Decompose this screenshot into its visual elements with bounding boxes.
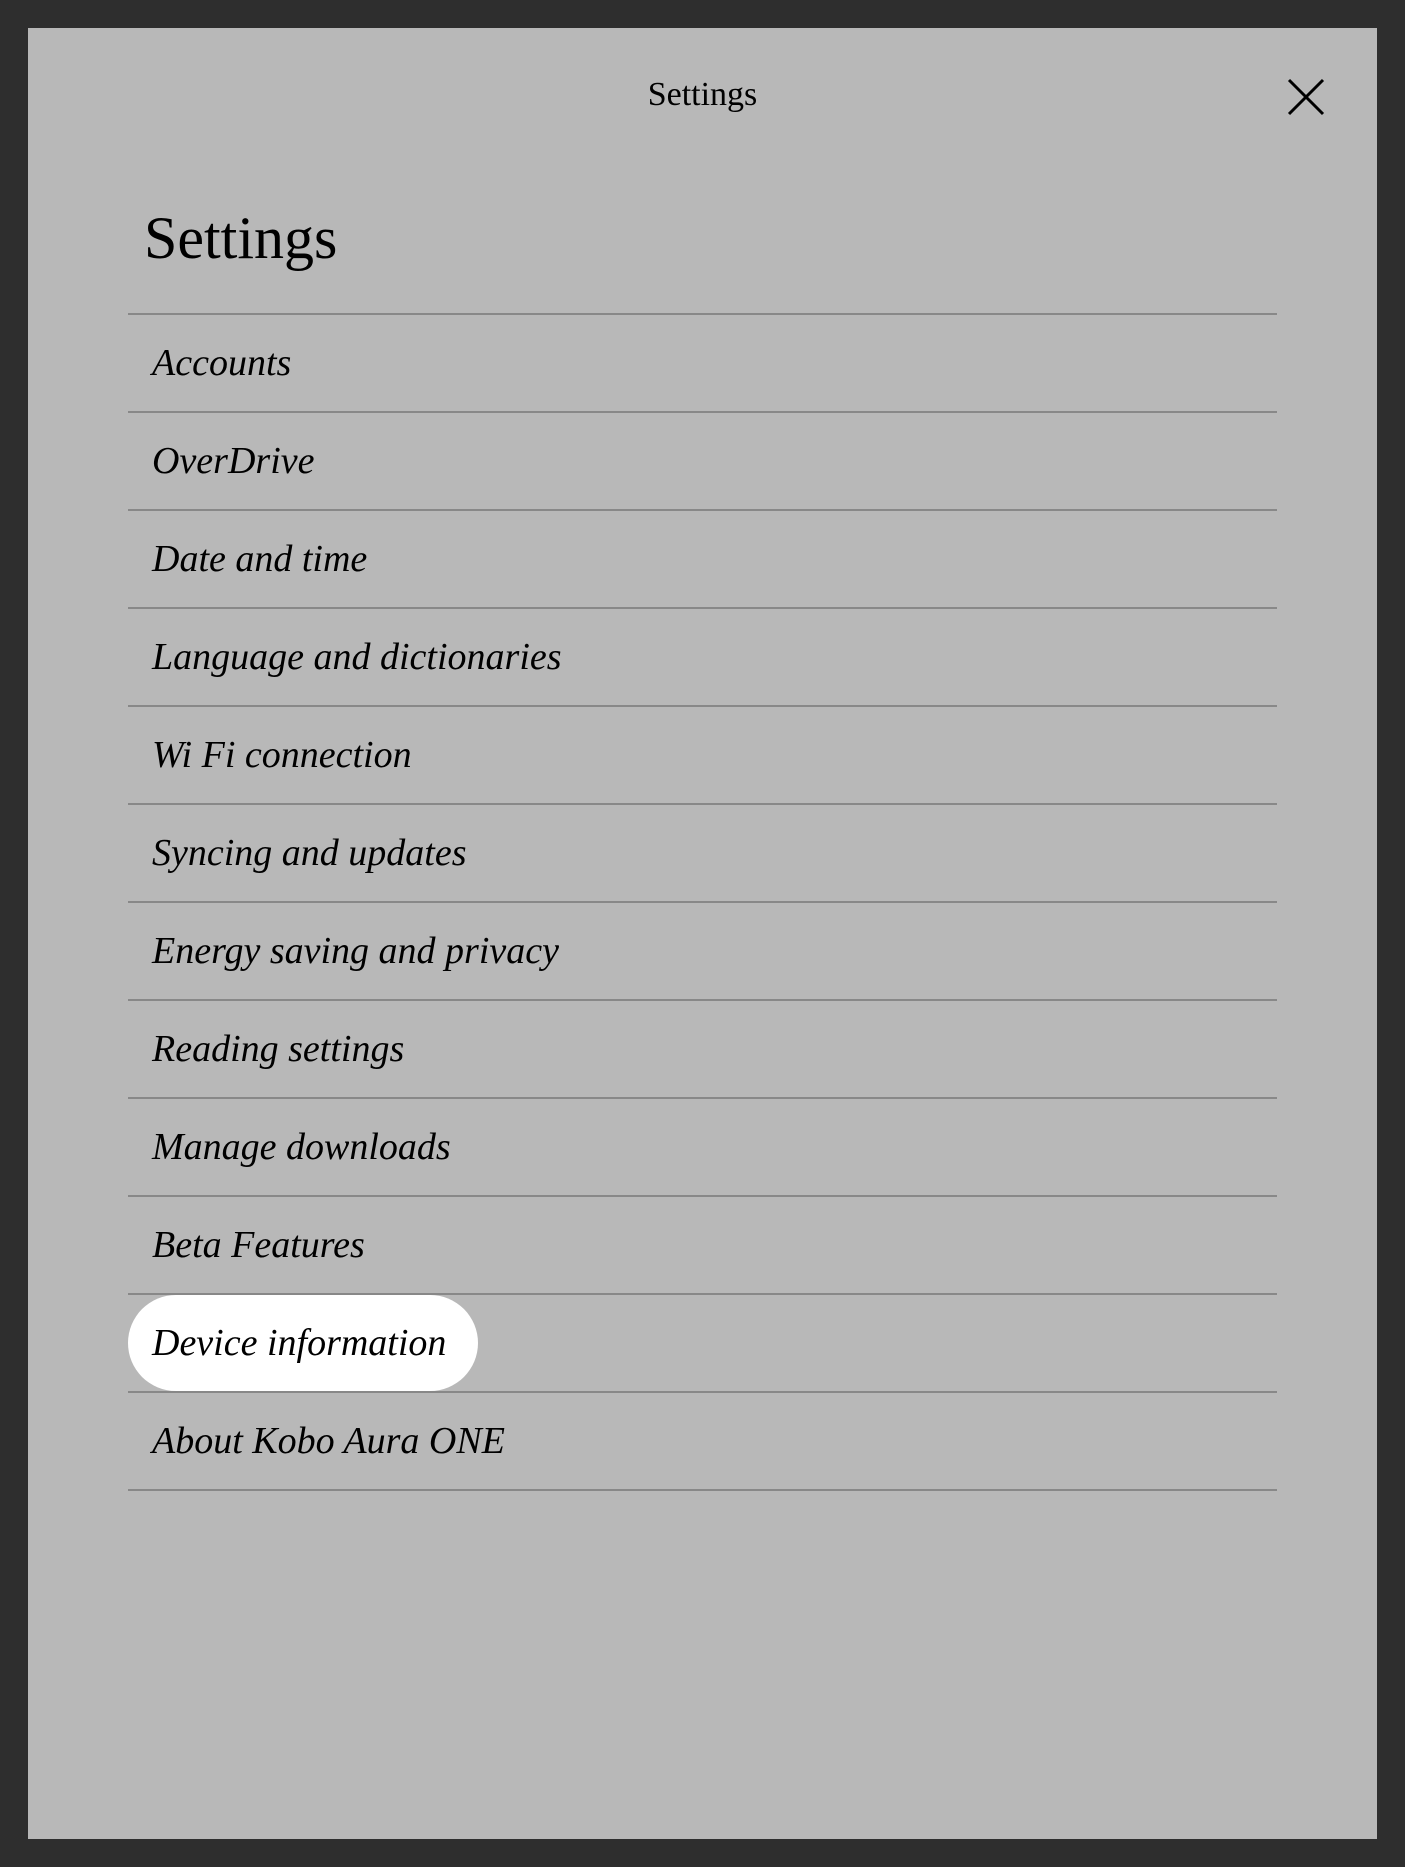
settings-list: Accounts OverDrive Date and time Languag…: [128, 313, 1277, 1491]
settings-item-label: OverDrive: [152, 440, 314, 482]
settings-item-label: Beta Features: [152, 1224, 365, 1266]
content: Settings Accounts OverDrive Date and tim…: [28, 144, 1377, 1491]
settings-item-downloads[interactable]: Manage downloads: [128, 1097, 1277, 1195]
page-title: Settings: [128, 204, 1277, 313]
settings-item-label: Wi Fi connection: [152, 734, 412, 776]
settings-item-label: Accounts: [152, 342, 291, 384]
settings-item-label: About Kobo Aura ONE: [152, 1420, 505, 1462]
settings-item-about[interactable]: About Kobo Aura ONE: [128, 1391, 1277, 1491]
settings-item-beta[interactable]: Beta Features: [128, 1195, 1277, 1293]
close-icon: [1285, 76, 1327, 118]
settings-item-energy-privacy[interactable]: Energy saving and privacy: [128, 901, 1277, 999]
settings-item-reading[interactable]: Reading settings: [128, 999, 1277, 1097]
settings-item-label: Device information: [152, 1322, 446, 1364]
settings-item-device-info[interactable]: Device information: [128, 1293, 1277, 1391]
settings-screen: Settings Settings Accounts OverDrive: [28, 28, 1377, 1839]
settings-item-language[interactable]: Language and dictionaries: [128, 607, 1277, 705]
settings-item-date-time[interactable]: Date and time: [128, 509, 1277, 607]
close-button[interactable]: [1285, 76, 1327, 118]
settings-item-label: Energy saving and privacy: [152, 930, 559, 972]
settings-item-label: Language and dictionaries: [152, 636, 562, 678]
header: Settings: [28, 28, 1377, 144]
settings-item-wifi[interactable]: Wi Fi connection: [128, 705, 1277, 803]
header-title: Settings: [648, 76, 758, 113]
settings-item-overdrive[interactable]: OverDrive: [128, 411, 1277, 509]
settings-item-label: Reading settings: [152, 1028, 404, 1070]
settings-item-label: Syncing and updates: [152, 832, 467, 874]
settings-item-accounts[interactable]: Accounts: [128, 313, 1277, 411]
settings-item-label: Date and time: [152, 538, 367, 580]
settings-item-syncing[interactable]: Syncing and updates: [128, 803, 1277, 901]
settings-item-label: Manage downloads: [152, 1126, 451, 1168]
